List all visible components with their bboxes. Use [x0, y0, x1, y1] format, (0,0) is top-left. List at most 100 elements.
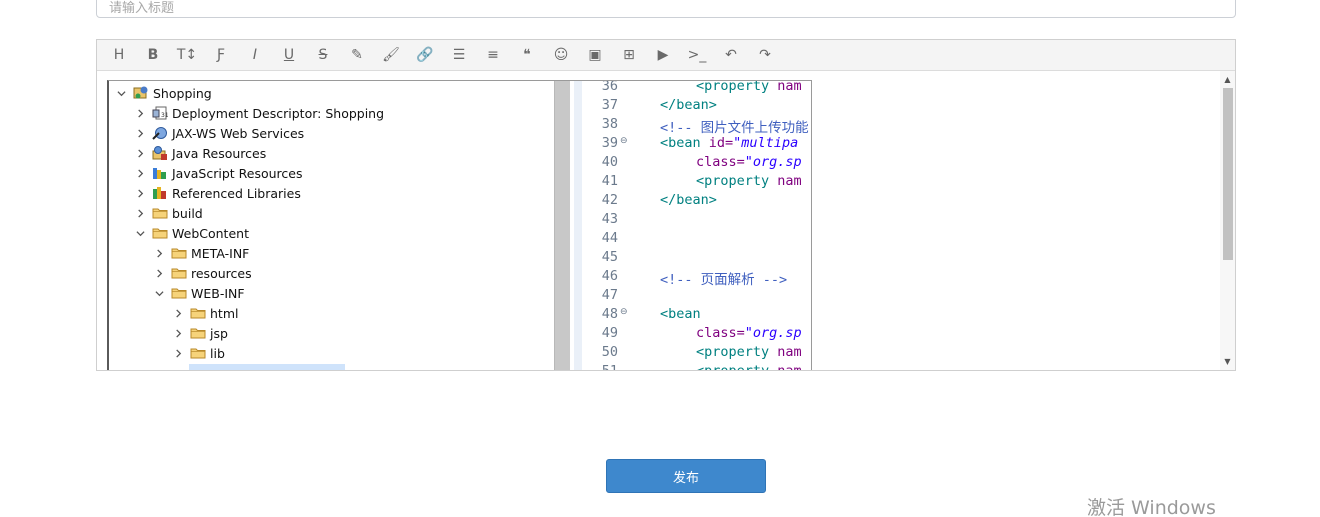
code-text: <bean id="multipa [660, 135, 798, 151]
tree-item: Java Resources [134, 143, 266, 163]
chevron-right-icon [153, 247, 165, 259]
tree-item: 31 Deployment Descriptor: Shopping [134, 103, 384, 123]
webservice-icon [152, 125, 168, 141]
code-token: </bean> [660, 192, 717, 208]
image-button[interactable]: ▣ [584, 44, 606, 66]
chevron-right-icon [134, 187, 146, 199]
line-number: 46 [601, 268, 618, 284]
undo-button[interactable]: ↶ [720, 44, 742, 66]
line-number: 41 [601, 173, 618, 189]
video-button[interactable]: ▶ [652, 44, 674, 66]
code-text: </bean> [660, 97, 717, 113]
line-number: 47 [601, 287, 618, 303]
descriptor-icon: 31 [152, 105, 169, 121]
code-line: 44 [574, 230, 811, 249]
line-number: 39 [601, 135, 618, 151]
code-token: id= [708, 135, 734, 151]
quote-button[interactable]: ❝ [516, 44, 538, 66]
editor-content-area[interactable]: Shopping 31 Deployment Descriptor: Shoppin… [97, 71, 1235, 370]
italic-button[interactable]: I [244, 44, 266, 66]
tree-item-label: WebContent [172, 225, 249, 241]
code-token: "org.sp [744, 325, 802, 341]
code-token: nam [777, 173, 802, 189]
tree-item-label: html [210, 305, 239, 321]
publish-button[interactable]: 发布 [606, 459, 766, 493]
tree-item-label: JAX-WS Web Services [172, 125, 305, 141]
table-button[interactable]: ⊞ [618, 44, 640, 66]
code-token: class= [696, 154, 745, 170]
strikethrough-button[interactable]: S [312, 44, 334, 66]
chevron-down-icon [115, 87, 127, 99]
tree-item: JAX-WS Web Services [134, 123, 304, 143]
js-resources-icon [152, 165, 168, 181]
line-number: 48 [601, 306, 618, 322]
code-text: <!-- 图片文件上传功能,可 [660, 116, 811, 136]
line-number: 37 [601, 97, 618, 113]
line-number: 43 [601, 211, 618, 227]
font-button[interactable]: Ƒ [210, 44, 232, 66]
code-text: <property nam [696, 363, 802, 370]
tree-item-label: Java Resources [172, 145, 267, 161]
code-token: <!-- 图片文件上传功能,可 [660, 120, 811, 136]
folder-icon [171, 265, 187, 281]
folder-icon [152, 225, 168, 241]
tree-item-label: resources [191, 265, 252, 281]
line-number: 42 [601, 192, 618, 208]
code-token: <bean [660, 306, 701, 322]
scroll-thumb[interactable] [1223, 88, 1233, 260]
emoji-button[interactable]: ☺ [550, 44, 572, 66]
embedded-screenshot-image: Shopping 31 Deployment Descriptor: Shoppin… [107, 80, 812, 370]
code-button[interactable]: >_ [686, 44, 708, 66]
tree-item-label: META-INF [191, 245, 250, 261]
line-number: 45 [601, 249, 618, 265]
code-text: <bean [660, 306, 701, 322]
tree-item: WebContent [134, 223, 249, 243]
line-number: 36 [601, 80, 618, 94]
code-token: nam [777, 344, 802, 360]
tree-item-label: Shopping [153, 85, 212, 101]
chevron-right-icon [153, 267, 165, 279]
tree-item-label: build [172, 205, 203, 221]
project-icon [133, 85, 149, 101]
code-line: 38 <!-- 图片文件上传功能,可 [574, 116, 811, 136]
windows-activation-watermark: 激活 Windows [1087, 497, 1216, 517]
tree-scrollbar [554, 81, 570, 370]
tree-item: jsp [172, 323, 228, 343]
folder-icon [171, 285, 187, 301]
selected-tree-row [189, 364, 345, 370]
bulleted-list-button[interactable]: ☰ [448, 44, 470, 66]
chevron-right-icon [134, 127, 146, 139]
code-line: 48 ⊖ <bean [574, 306, 811, 325]
code-line: 50 <property nam [574, 344, 811, 363]
library-icon [152, 185, 168, 201]
folder-icon [152, 205, 168, 221]
title-input[interactable] [96, 0, 1236, 18]
highlighter-button[interactable]: ✎ [346, 44, 368, 66]
brush-button[interactable]: 🖌 [380, 44, 402, 66]
text-size-button[interactable]: T↕ [176, 44, 198, 66]
code-text: <property nam [696, 173, 802, 189]
redo-button[interactable]: ↷ [754, 44, 776, 66]
svg-text:31: 31 [161, 112, 168, 119]
bold-button[interactable]: B [142, 44, 164, 66]
chevron-right-icon [172, 347, 184, 359]
folder-icon [190, 325, 206, 341]
code-line: 45 [574, 249, 811, 268]
scroll-down-arrow-icon[interactable]: ▼ [1220, 356, 1235, 368]
line-number: 40 [601, 154, 618, 170]
code-text: <!-- 页面解析 --> [660, 268, 787, 288]
code-line: 41 <property nam [574, 173, 811, 192]
heading-button[interactable]: H [108, 44, 130, 66]
tree-item: lib [172, 343, 225, 363]
editor-scrollbar[interactable]: ▲ ▼ [1220, 71, 1235, 370]
code-token: <!-- 页面解析 --> [660, 272, 788, 288]
code-token: class= [696, 325, 745, 341]
tree-item: WEB-INF [153, 283, 245, 303]
link-button[interactable]: 🔗 [414, 44, 436, 66]
scroll-up-arrow-icon[interactable]: ▲ [1220, 74, 1235, 86]
align-button[interactable]: ≡ [482, 44, 504, 66]
underline-button[interactable]: U [278, 44, 300, 66]
code-token: <bean [660, 135, 709, 151]
folder-icon [190, 345, 206, 361]
code-line: 43 [574, 211, 811, 230]
